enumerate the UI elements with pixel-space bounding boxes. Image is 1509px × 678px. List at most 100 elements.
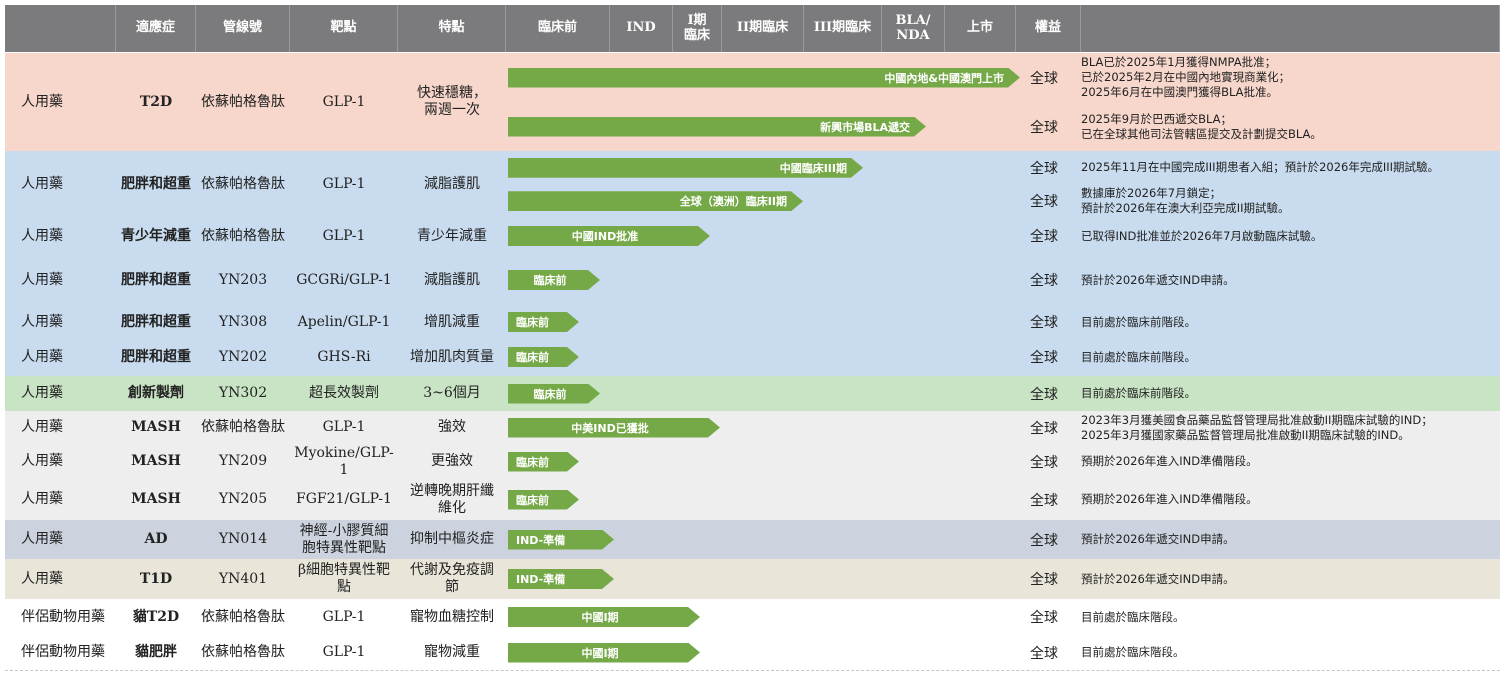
- stage-bar: 臨床前: [508, 347, 579, 367]
- status-note-line: BLA已於2025年1月獲得NMPA批准；: [1081, 55, 1277, 70]
- target-cell: GLP-1: [322, 419, 366, 436]
- indication-cell: T2D: [139, 93, 173, 110]
- header-bla: BLA/NDA: [882, 5, 945, 52]
- pipeline-code-cell: YN209: [218, 453, 268, 470]
- category-cell: 人用藥: [21, 491, 63, 508]
- stage-bar-label: 臨床前: [516, 455, 549, 469]
- status-note-line: 已在全球其他司法管轄區提交及計劃提交BLA。: [1081, 126, 1322, 141]
- indication-cell: 肥胖和超重: [121, 348, 191, 365]
- rights-cell: 全球: [1030, 532, 1058, 549]
- target-cell: GHS-Ri: [317, 348, 371, 365]
- stage-bar: 臨床前: [508, 270, 600, 290]
- stage-bar-label: 新興市場BLA遞交: [820, 120, 910, 134]
- stage-bar-label: 中國內地&中國澳門上市: [884, 71, 1004, 85]
- rights-cell: 全球: [1030, 273, 1058, 289]
- stage-bar: 臨床前: [508, 384, 600, 404]
- indication-cell: MASH: [131, 419, 181, 436]
- pipeline-code-cell: YN014: [218, 531, 268, 548]
- stage-bar: 中國臨床III期: [508, 158, 863, 178]
- feature-cell: 青少年減重: [417, 227, 487, 244]
- status-note-line: 目前處於臨床階段。: [1081, 645, 1185, 660]
- category-cell: 人用藥: [21, 385, 63, 402]
- stage-bar-label: 臨床前: [533, 274, 567, 287]
- category-cell: 人用藥: [21, 348, 63, 365]
- pipeline-code-cell: YN308: [218, 313, 268, 330]
- feature-cell: 代謝及免疫調節: [410, 562, 494, 595]
- stage-bar-label: 中國I期: [581, 611, 619, 624]
- pipeline-code-cell: 依蘇帕格魯肽: [201, 608, 285, 625]
- stage-bar-label: 中國I期: [581, 646, 619, 660]
- indication-cell: AD: [144, 531, 168, 548]
- target-cell: GLP-1: [322, 608, 366, 625]
- status-note: 目前處於臨床前階段。: [1081, 386, 1196, 401]
- feature-cell: 快速穩糖， 兩週一次: [417, 85, 487, 118]
- status-note: 2023年3月獲美國食品藥品監督管理局批准啟動II期臨床試驗的IND； 2025年…: [1081, 413, 1433, 443]
- target-cell: Myokine/GLP-1: [294, 444, 394, 478]
- indication-cell: MASH: [131, 491, 181, 508]
- rights-cell: 全球: [1030, 160, 1058, 177]
- feature-cell: 更強效: [431, 453, 473, 470]
- status-note: 目前處於臨床階段。: [1081, 610, 1185, 625]
- feature-cell: 增加肌肉質量: [410, 348, 494, 365]
- header-phase1: I期 臨床: [673, 5, 722, 52]
- feature-cell: 抑制中樞炎症: [410, 531, 494, 548]
- stage-bar-label: 中國臨床III期: [779, 161, 847, 175]
- stage-bar: 全球（澳洲）臨床II期: [508, 191, 803, 211]
- target-cell: β細胞特異性靶點: [297, 562, 391, 595]
- status-note-line: 預期於2026年進入IND準備階段。: [1081, 492, 1258, 507]
- stage-bar-label: 全球（澳洲）臨床II期: [679, 195, 787, 209]
- target-cell: 神經-小膠質細 胞特異性靶點: [299, 522, 389, 556]
- header-feature: 特點: [398, 5, 506, 52]
- stage-bar-label: 臨床前: [516, 493, 549, 507]
- header-indication: 適應症: [116, 5, 196, 52]
- feature-cell: 寵物減重: [424, 644, 480, 661]
- target-cell: GCGRi/GLP-1: [296, 271, 392, 288]
- category-cell: 人用藥: [21, 227, 63, 244]
- target-cell: GLP-1: [322, 176, 366, 193]
- rights-cell: 全球: [1030, 386, 1058, 403]
- feature-cell: 逆轉晚期肝纖 維化: [410, 482, 494, 516]
- status-note-line: 預計於2026年遞交IND申請。: [1081, 532, 1235, 547]
- stage-bar: 臨床前: [508, 490, 579, 510]
- category-cell: 人用藥: [21, 271, 63, 288]
- status-note: 預期於2026年進入IND準備階段。: [1081, 454, 1258, 469]
- pipeline-code-cell: YN302: [218, 385, 268, 402]
- header-notes: [1081, 5, 1500, 52]
- status-note-line: 2025年3月獲國家藥品監督管理局批准啟動II期臨床試驗的IND。: [1081, 427, 1410, 442]
- pipeline-code-cell: 依蘇帕格魯肽: [201, 644, 285, 661]
- status-note-line: 已取得IND批准並於2026年7月啟動臨床試驗。: [1081, 228, 1323, 243]
- status-note: 數據庫於2026年7月鎖定； 預計於2026年在澳大利亞完成II期試驗。: [1081, 186, 1290, 216]
- pipeline-code-cell: 依蘇帕格魯肽: [201, 419, 285, 436]
- rights-cell: 全球: [1030, 315, 1058, 331]
- status-note-line: 預計於2026年在澳大利亞完成II期試驗。: [1081, 201, 1290, 216]
- status-note: 預計於2026年遞交IND申請。: [1081, 273, 1235, 288]
- status-note-line: 2025年9月於巴西遞交BLA；: [1081, 111, 1233, 126]
- category-cell: 人用藥: [21, 313, 63, 330]
- pipeline-code-cell: 依蘇帕格魯肽: [201, 176, 285, 193]
- status-note-line: 2025年6月在中國澳門獲得BLA批准。: [1081, 84, 1279, 99]
- rights-cell: 全球: [1030, 420, 1058, 437]
- stage-bar: 臨床前: [508, 452, 579, 472]
- status-note-line: 2025年11月在中國完成III期患者入組；預計於2026年完成III期試驗。: [1081, 160, 1440, 175]
- stage-bar-label: IND-準備: [516, 533, 566, 547]
- feature-cell: 強效: [438, 419, 466, 436]
- category-cell: 人用藥: [21, 419, 63, 436]
- status-note: 2025年11月在中國完成III期患者入組；預計於2026年完成III期試驗。: [1081, 160, 1439, 175]
- status-note-line: 預期於2026年進入IND準備階段。: [1081, 454, 1258, 469]
- stage-bar-label: 臨床前: [516, 351, 549, 364]
- stage-bar-label: 中國IND批准: [571, 230, 639, 243]
- target-cell: GLP-1: [322, 227, 366, 244]
- target-cell: GLP-1: [322, 644, 366, 661]
- stage-bar: 中國I期: [508, 643, 700, 663]
- header-rights: 權益: [1016, 5, 1081, 52]
- status-note: 目前處於臨床前階段。: [1081, 315, 1196, 330]
- status-note: 預期於2026年進入IND準備階段。: [1081, 492, 1258, 507]
- status-note: 目前處於臨床階段。: [1081, 645, 1185, 660]
- feature-cell: 減脂護肌: [424, 176, 480, 193]
- status-note-line: 目前處於臨床前階段。: [1081, 349, 1196, 364]
- indication-cell: 肥胖和超重: [121, 313, 191, 330]
- header-phase2: II期臨床: [722, 5, 804, 52]
- status-note: 預計於2026年遞交IND申請。: [1081, 572, 1235, 587]
- rights-cell: 全球: [1030, 454, 1058, 471]
- status-note: 預計於2026年遞交IND申請。: [1081, 532, 1235, 547]
